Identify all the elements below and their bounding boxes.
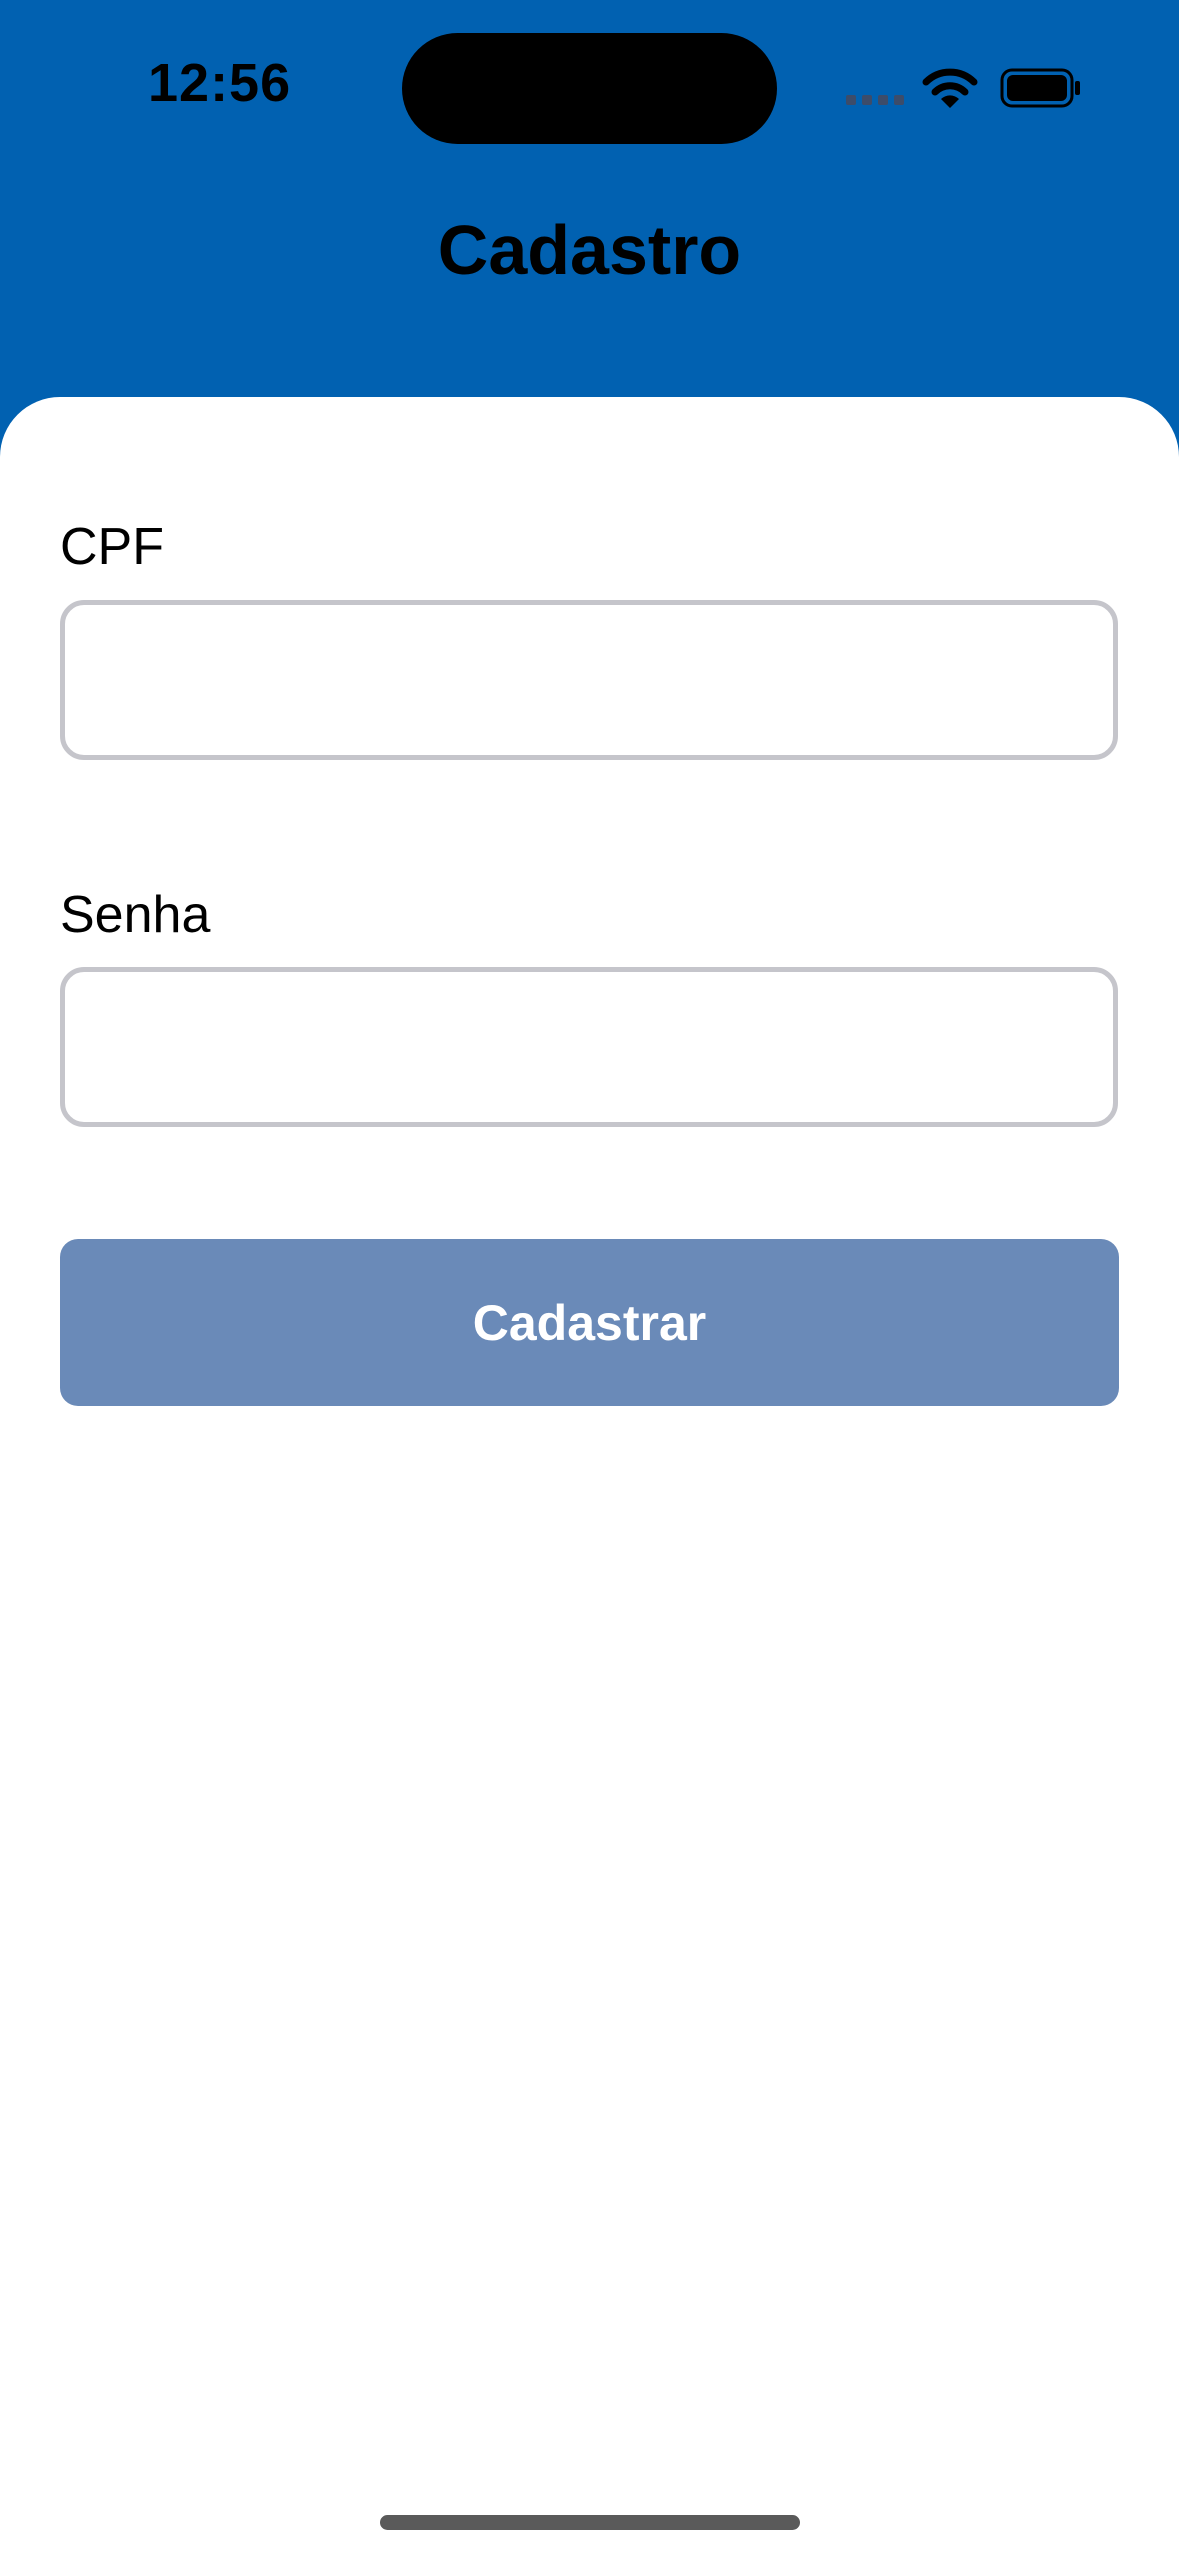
cpf-input[interactable] — [60, 600, 1118, 760]
status-time: 12:56 — [148, 53, 292, 113]
form-card: CPF Senha — [0, 397, 1179, 2556]
wifi-icon — [922, 68, 978, 108]
senha-input[interactable] — [60, 967, 1118, 1127]
cadastrar-button[interactable]: Cadastrar — [60, 1239, 1119, 1406]
home-indicator — [380, 2515, 800, 2530]
cellular-signal-icon — [846, 95, 904, 105]
page-title: Cadastro — [437, 211, 742, 289]
cpf-label: CPF — [60, 518, 164, 576]
battery-icon — [1000, 68, 1080, 108]
dynamic-island — [402, 33, 777, 144]
status-bar: 12:56 — [0, 0, 1179, 180]
senha-label: Senha — [60, 886, 211, 944]
